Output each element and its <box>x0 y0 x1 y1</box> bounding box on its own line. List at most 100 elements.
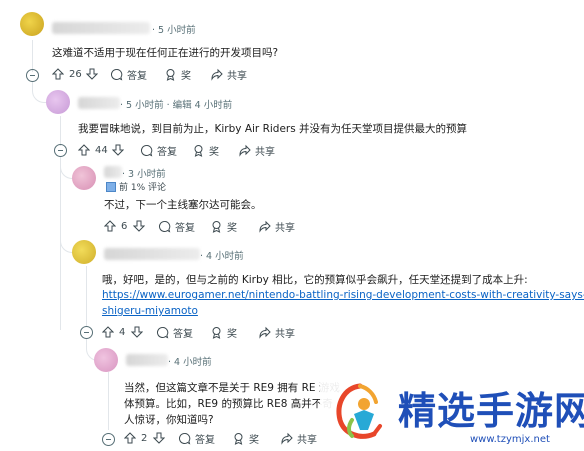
reply-button[interactable]: 答复 <box>110 67 147 82</box>
award-icon <box>234 433 243 445</box>
comment-text: 人惊讶，你知道吗? <box>124 414 214 426</box>
avatar[interactable] <box>72 240 96 264</box>
username[interactable] <box>104 248 200 260</box>
article-link[interactable]: https://www.eurogamer.net/nintendo-battl… <box>102 289 584 301</box>
reply-button[interactable]: 答复 <box>140 143 177 158</box>
collapse-thread-button[interactable] <box>80 326 93 339</box>
comment-icon <box>157 327 169 339</box>
comment-text: 哦，好吧，是的，但与之前的 Kirby 相比，它的预算似乎会飙升，任天堂还提到了… <box>102 274 528 286</box>
share-label: 共享 <box>255 147 275 158</box>
vote-count: 44 <box>95 145 108 156</box>
share-button[interactable]: 共享 <box>258 219 295 234</box>
vote-count: 2 <box>141 433 148 444</box>
comment-text: 这难道不适用于现在任何正在进行的开发项目吗? <box>52 47 279 59</box>
avatar[interactable] <box>20 12 44 36</box>
award-label: 奖 <box>181 71 191 82</box>
comment-icon <box>141 145 153 157</box>
comment-timestamp: · 4 小时前 <box>168 357 212 368</box>
share-label: 共享 <box>297 435 317 446</box>
thread-line <box>60 116 61 146</box>
watermark-logo-icon <box>336 383 382 439</box>
downvote-icon <box>112 144 124 156</box>
share-button[interactable]: 共享 <box>210 67 247 82</box>
reply-button[interactable]: 答复 <box>158 219 195 234</box>
avatar[interactable] <box>46 90 70 114</box>
share-label: 共享 <box>275 223 295 234</box>
share-icon <box>211 68 223 81</box>
upvote-icon <box>124 432 136 444</box>
upvote-button[interactable] <box>124 432 136 444</box>
award-icon <box>166 69 175 81</box>
downvote-button[interactable] <box>131 326 143 338</box>
upvote-button[interactable] <box>104 220 116 232</box>
username[interactable] <box>104 166 122 178</box>
thread-line <box>32 40 33 72</box>
username[interactable] <box>78 97 120 109</box>
upvote-icon <box>52 68 64 80</box>
award-button[interactable]: 奖 <box>210 325 237 340</box>
thread-line <box>108 372 109 430</box>
reply-label: 答复 <box>127 71 147 82</box>
comment-text: 体预算。比如，RE9 的预算比 RE8 高并不奇 <box>124 398 333 410</box>
comment-text: 当然，但这篇文章不是关于 RE9 拥有 RE 游戏 <box>124 382 340 394</box>
award-button[interactable]: 奖 <box>210 219 237 234</box>
award-label: 奖 <box>249 435 259 446</box>
reply-button[interactable]: 答复 <box>178 431 215 446</box>
watermark-title: 精选手游网 <box>398 389 584 433</box>
reply-label: 答复 <box>175 223 195 234</box>
username[interactable] <box>126 354 168 366</box>
share-button[interactable]: 共享 <box>280 431 317 446</box>
reply-label: 答复 <box>157 147 177 158</box>
comment-icon <box>111 69 123 81</box>
upvote-icon <box>102 326 114 338</box>
reply-label: 答复 <box>195 435 215 446</box>
downvote-button[interactable] <box>153 432 165 444</box>
flair-label: 前 1% 评论 <box>119 183 166 193</box>
collapse-thread-button[interactable] <box>26 69 39 82</box>
downvote-button[interactable] <box>86 68 98 80</box>
reply-button[interactable]: 答复 <box>156 325 193 340</box>
upvote-button[interactable] <box>52 68 64 80</box>
downvote-icon <box>86 68 98 80</box>
share-icon <box>239 144 251 157</box>
share-button[interactable]: 共享 <box>238 143 275 158</box>
thread-line <box>86 266 87 326</box>
article-link[interactable]: shigeru-miyamoto <box>102 305 198 317</box>
comment-text: 不过，下一个主线塞尔达可能会。 <box>104 199 262 211</box>
comment-icon <box>159 221 171 233</box>
award-icon <box>212 221 221 233</box>
upvote-icon <box>78 144 90 156</box>
vote-count: 4 <box>119 327 126 338</box>
award-button[interactable]: 奖 <box>192 143 219 158</box>
share-button[interactable]: 共享 <box>258 325 295 340</box>
watermark: 精选手游网 www.tzymjx.net <box>320 372 584 451</box>
comment-text: 我要冒昧地说，到目前为止，Kirby Air Riders 并没有为任天堂项目提… <box>78 123 468 135</box>
collapse-thread-button[interactable] <box>54 144 67 157</box>
downvote-icon <box>131 326 143 338</box>
downvote-button[interactable] <box>133 220 145 232</box>
award-button[interactable]: 奖 <box>232 431 259 446</box>
avatar[interactable] <box>72 166 96 190</box>
share-icon <box>259 220 271 233</box>
upvote-button[interactable] <box>102 326 114 338</box>
comment-timestamp: · 5 小时前 · 编辑 4 小时前 <box>120 100 233 111</box>
username[interactable] <box>52 22 150 34</box>
comment-timestamp: · 5 小时前 <box>152 25 196 36</box>
comment-icon <box>179 433 191 445</box>
award-icon <box>212 327 221 339</box>
award-label: 奖 <box>227 223 237 234</box>
downvote-icon <box>133 220 145 232</box>
comment-timestamp: · 4 小时前 <box>200 251 244 262</box>
upvote-button[interactable] <box>78 144 90 156</box>
collapse-thread-button[interactable] <box>102 433 115 446</box>
downvote-button[interactable] <box>112 144 124 156</box>
award-button[interactable]: 奖 <box>164 67 191 82</box>
share-icon <box>259 326 271 339</box>
avatar[interactable] <box>94 348 118 372</box>
flair-badge-icon <box>106 181 116 192</box>
award-label: 奖 <box>209 147 219 158</box>
share-label: 共享 <box>227 71 247 82</box>
user-flair: 前 1% 评论 <box>106 180 166 193</box>
vote-count: 26 <box>69 69 82 80</box>
watermark-url: www.tzymjx.net <box>470 434 550 445</box>
